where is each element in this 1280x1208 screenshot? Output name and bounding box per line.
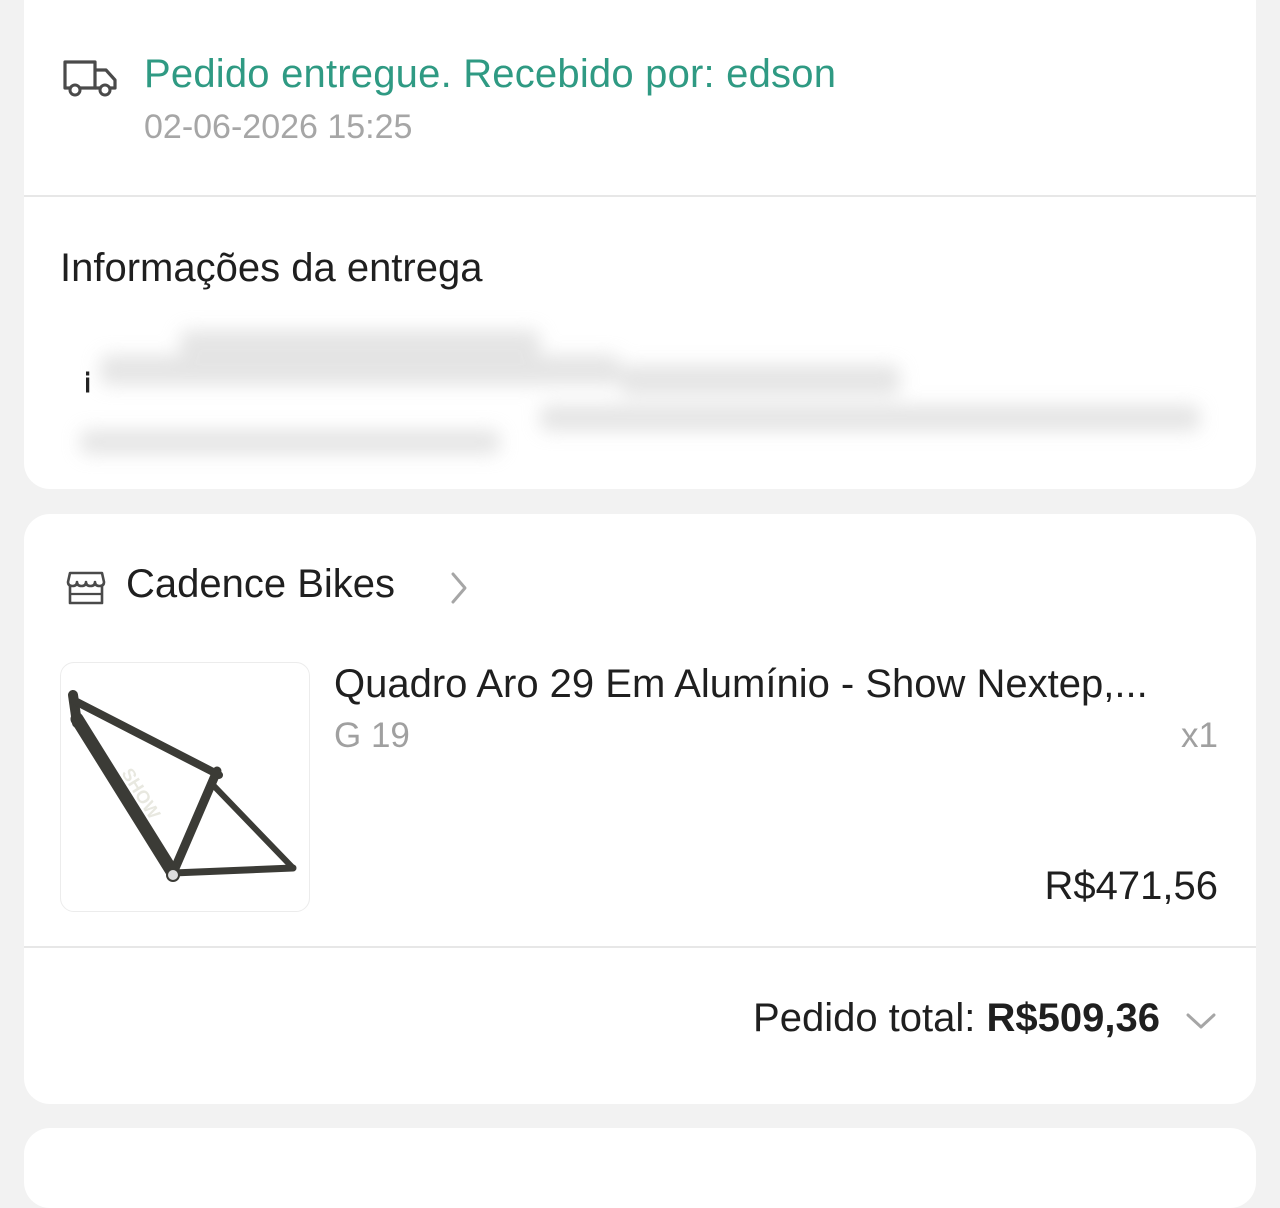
bike-frame-image: SHOW — [68, 690, 297, 882]
divider — [24, 946, 1256, 948]
next-section-card — [24, 1128, 1256, 1208]
truck-icon — [63, 60, 117, 97]
redacted-address — [60, 320, 1210, 470]
order-total[interactable]: Pedido total: R$509,36 — [753, 996, 1160, 1041]
product-quantity: x1 — [1181, 716, 1218, 755]
product-image[interactable]: SHOW — [60, 662, 310, 912]
product-variant: G 19 — [334, 716, 410, 755]
delivery-status-card: Pedido entregue. Recebido por: edson 02-… — [24, 0, 1256, 489]
delivery-status-time: 02-06-2026 15:25 — [144, 108, 413, 146]
location-pin-icon: ⅰ — [84, 368, 92, 398]
order-card: Cadence Bikes SHOW Quadro Aro 29 Em Alum… — [24, 514, 1256, 1104]
delivery-status-text: Pedido entregue. Recebido por: edson — [144, 52, 837, 96]
store-icon — [66, 571, 106, 605]
order-total-value: R$509,36 — [986, 996, 1160, 1040]
store-name-link[interactable]: Cadence Bikes — [126, 562, 395, 607]
order-total-label: Pedido total: — [753, 996, 987, 1040]
divider — [24, 195, 1256, 197]
chevron-down-icon[interactable] — [1184, 1010, 1218, 1032]
product-price: R$471,56 — [1044, 864, 1218, 908]
product-title[interactable]: Quadro Aro 29 Em Alumínio - Show Nextep,… — [334, 662, 1224, 707]
delivery-info-title: Informações da entrega — [60, 246, 483, 290]
chevron-right-icon[interactable] — [448, 570, 470, 606]
